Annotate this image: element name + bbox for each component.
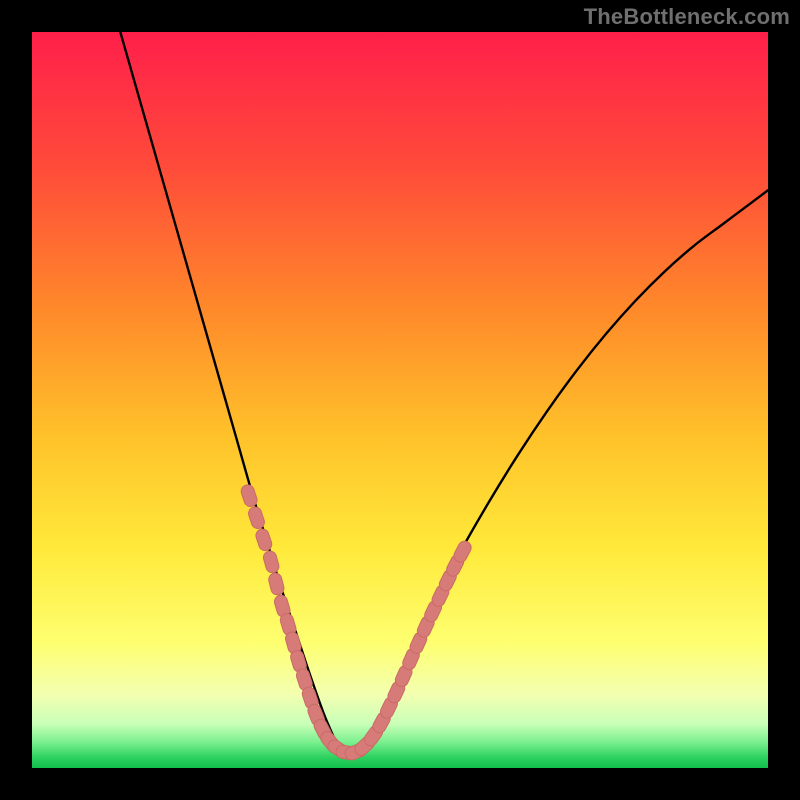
gradient-background <box>32 32 768 768</box>
outer-frame: TheBottleneck.com <box>0 0 800 800</box>
bottleneck-chart <box>32 32 768 768</box>
attribution-text: TheBottleneck.com <box>584 4 790 30</box>
